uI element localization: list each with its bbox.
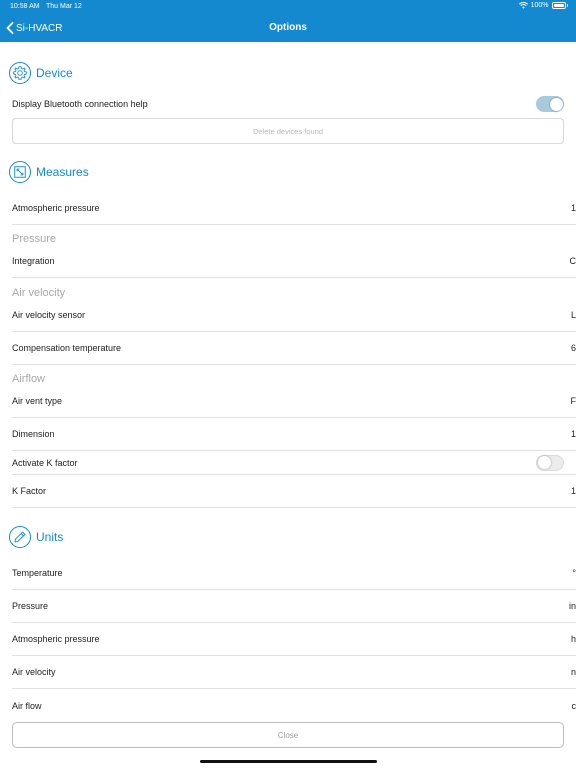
k-factor-row[interactable]: K Factor 1 [12, 475, 576, 508]
air-vent-type-label: Air vent type [12, 396, 63, 406]
page-title: Options [269, 22, 307, 33]
gear-icon [9, 62, 31, 84]
air-velocity-sensor-label: Air velocity sensor [12, 310, 86, 320]
device-section-title: Device [36, 66, 73, 80]
battery-icon [551, 2, 566, 9]
integration-value: C [569, 256, 576, 266]
compensation-temp-value: 6 [570, 343, 576, 353]
integration-label: Integration [12, 256, 55, 266]
delete-devices-button[interactable]: Delete devices found [12, 118, 564, 144]
nav-header: 10:58 AM Thu Mar 12 100% Si-HVACR Option… [0, 0, 576, 42]
compensation-temp-row[interactable]: Compensation temperature 6 [12, 332, 576, 365]
status-time: 10:58 AM [10, 3, 40, 10]
measures-section-header: Measures [9, 160, 89, 184]
home-indicator [200, 760, 377, 763]
back-button[interactable]: Si-HVACR [6, 20, 62, 36]
k-factor-label: K Factor [12, 486, 47, 496]
units-section-title: Units [36, 530, 64, 544]
pressure-subheader: Pressure [12, 233, 57, 245]
chevron-left-icon [6, 22, 14, 34]
unit-atm-pressure-label: Atmospheric pressure [12, 634, 100, 644]
unit-pressure-label: Pressure [12, 601, 49, 611]
air-velocity-sensor-row[interactable]: Air velocity sensor L [12, 299, 576, 332]
activate-k-toggle[interactable] [536, 454, 564, 471]
activate-k-label: Activate K factor [12, 457, 78, 468]
unit-pressure-row[interactable]: Pressure in [12, 590, 576, 623]
bt-help-toggle[interactable] [536, 96, 564, 112]
status-date: Thu Mar 12 [46, 3, 82, 10]
unit-temperature-value: ° [572, 568, 576, 578]
pencil-icon [9, 526, 31, 548]
unit-pressure-value: in [568, 601, 576, 611]
air-vent-type-row[interactable]: Air vent type F [12, 385, 576, 418]
close-button[interactable]: Close [12, 722, 564, 748]
unit-atm-pressure-value: h [570, 634, 576, 644]
air-vent-type-value: F [570, 396, 576, 406]
unit-atm-pressure-row[interactable]: Atmospheric pressure h [12, 623, 576, 656]
dimension-row[interactable]: Dimension 1 [12, 418, 576, 451]
wifi-icon [518, 2, 528, 9]
airflow-subheader: Airflow [12, 373, 46, 385]
dimension-value: 1 [570, 429, 576, 439]
atm-pressure-value: 1 [570, 203, 576, 213]
atm-pressure-label: Atmospheric pressure [12, 203, 100, 213]
back-label: Si-HVACR [16, 22, 63, 34]
bt-help-row: Display Bluetooth connection help [12, 87, 576, 121]
measures-section-title: Measures [36, 165, 89, 179]
unit-air-velocity-value: n [570, 667, 576, 677]
k-factor-value: 1 [570, 486, 576, 496]
atm-pressure-row[interactable]: Atmospheric pressure 1 [12, 192, 576, 225]
status-right: 100% [518, 2, 568, 9]
unit-air-velocity-label: Air velocity [12, 667, 56, 677]
status-bar: 10:58 AM Thu Mar 12 100% [0, 0, 576, 13]
integration-row[interactable]: Integration C [12, 245, 576, 278]
dimension-label: Dimension [12, 429, 55, 439]
unit-air-flow-row[interactable]: Air flow c [12, 689, 576, 720]
bt-help-label: Display Bluetooth connection help [12, 99, 148, 109]
unit-air-flow-label: Air flow [12, 700, 42, 711]
unit-air-velocity-row[interactable]: Air velocity n [12, 656, 576, 689]
unit-temperature-row[interactable]: Temperature ° [12, 557, 576, 590]
unit-air-flow-value: c [571, 700, 576, 711]
compensation-temp-label: Compensation temperature [12, 343, 122, 353]
air-velocity-sensor-value: L [570, 310, 576, 320]
battery-percent: 100% [530, 2, 549, 9]
air-velocity-subheader: Air velocity [12, 287, 66, 299]
activate-k-row: Activate K factor [12, 451, 576, 475]
device-section-header: Device [9, 61, 73, 85]
resize-icon [9, 161, 31, 183]
battery-tip [566, 4, 568, 7]
units-section-header: Units [9, 525, 63, 549]
options-list[interactable]: Device Display Bluetooth connection help… [0, 42, 576, 720]
unit-temperature-label: Temperature [12, 568, 63, 578]
